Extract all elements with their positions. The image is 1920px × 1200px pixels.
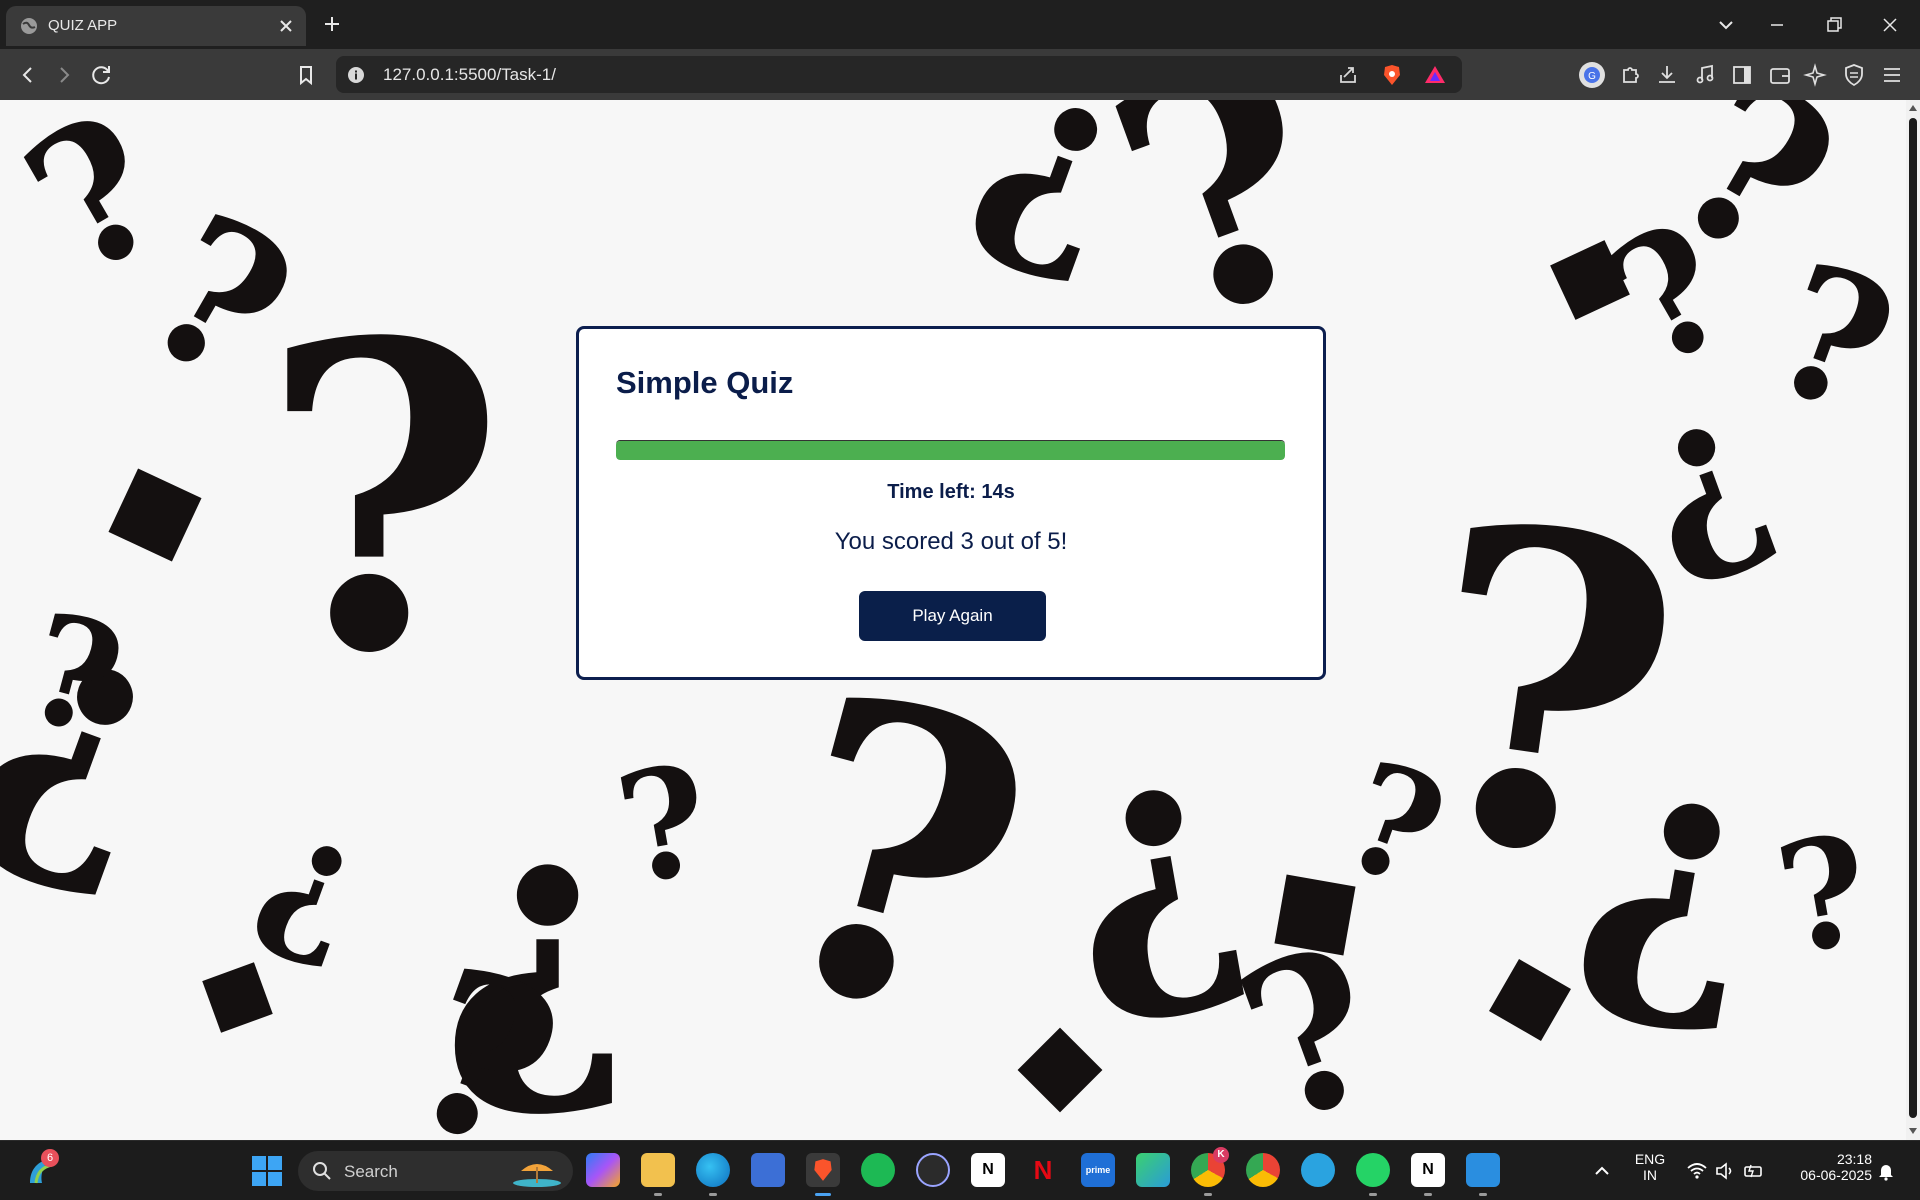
file-explorer-icon[interactable] [641, 1153, 675, 1187]
region-code: IN [1643, 1167, 1657, 1183]
vpn-shield-icon[interactable] [1840, 61, 1868, 89]
new-tab-icon[interactable] [320, 12, 344, 36]
show-hidden-icons-chevron-icon[interactable] [1592, 1161, 1612, 1181]
site-info-icon[interactable] [346, 65, 366, 85]
whatsapp-icon[interactable] [1356, 1153, 1390, 1187]
scrollbar-thumb[interactable] [1909, 118, 1917, 1118]
edge-browser-icon[interactable] [696, 1153, 730, 1187]
windows-taskbar: 6 Search N N prime K N ENG IN 23:18 06-0… [0, 1140, 1920, 1200]
quiz-card: Simple Quiz Time left: 14s You scored 3 … [576, 326, 1326, 680]
running-indicator [1424, 1193, 1432, 1196]
notion-icon[interactable]: N [971, 1153, 1005, 1187]
prime-video-icon[interactable]: prime [1081, 1153, 1115, 1187]
active-indicator [815, 1193, 831, 1196]
speedometer-app-icon[interactable] [916, 1153, 950, 1187]
chrome-profile-badge: K [1213, 1147, 1229, 1163]
time-left-text: Time left: 14s [887, 481, 1015, 503]
browser-tab-quiz[interactable]: QUIZ APP [6, 6, 306, 46]
browser-toolbar: 127.0.0.1:5500/Task-1/ G [0, 49, 1920, 100]
telegram-icon[interactable] [1301, 1153, 1335, 1187]
volume-icon[interactable] [1714, 1160, 1736, 1182]
search-label: Search [344, 1162, 398, 1181]
close-window-icon[interactable] [1877, 12, 1903, 38]
chrome-icon[interactable]: K [1191, 1147, 1229, 1187]
share-icon[interactable] [1336, 63, 1360, 87]
language-code: ENG [1634, 1151, 1666, 1167]
back-icon[interactable] [14, 61, 42, 89]
running-indicator [709, 1193, 717, 1196]
windows-start-icon[interactable] [250, 1154, 284, 1188]
clock-time: 23:18 [1836, 1151, 1872, 1167]
browser-tab-bar: QUIZ APP [0, 0, 1920, 49]
download-icon[interactable] [1653, 61, 1681, 89]
brave-browser-icon[interactable] [806, 1153, 840, 1187]
language-indicator[interactable]: ENG IN [1628, 1151, 1672, 1183]
scroll-down-arrow-icon[interactable] [1909, 1128, 1917, 1134]
close-tab-icon[interactable] [276, 16, 296, 36]
running-indicator [1369, 1193, 1377, 1196]
scroll-up-arrow-icon[interactable] [1909, 105, 1917, 111]
wifi-icon[interactable] [1686, 1160, 1708, 1182]
brave-rewards-icon[interactable] [1423, 63, 1447, 87]
time-progress-fill [616, 441, 1285, 460]
widgets-button[interactable]: 6 [24, 1149, 60, 1189]
translate-extension-icon[interactable]: G [1578, 61, 1606, 89]
tab-search-chevron-icon[interactable] [1713, 12, 1739, 38]
clock[interactable]: 23:18 06-06-2025 [1782, 1151, 1872, 1183]
sidebar-icon[interactable] [1728, 61, 1756, 89]
forward-icon[interactable] [50, 61, 78, 89]
battery-icon[interactable] [1743, 1160, 1765, 1182]
wallet-icon[interactable] [1766, 61, 1794, 89]
menu-hamburger-icon[interactable] [1878, 61, 1906, 89]
widgets-app-icon[interactable] [1136, 1153, 1170, 1187]
tab-title: QUIZ APP [48, 17, 118, 34]
quiz-title: Simple Quiz [616, 365, 794, 400]
url-text: 127.0.0.1:5500/Task-1/ [383, 65, 556, 84]
running-indicator [654, 1193, 662, 1196]
running-indicator [1479, 1193, 1487, 1196]
bookmark-icon[interactable] [292, 61, 320, 89]
address-bar[interactable]: 127.0.0.1:5500/Task-1/ [336, 56, 1462, 93]
clock-date: 06-06-2025 [1800, 1167, 1872, 1183]
play-again-button[interactable]: Play Again [859, 591, 1046, 641]
page-viewport: ? ? ? ? ? ? ? ? ? ? ? ? ? ? ? ? ? ? ? ? … [0, 100, 1906, 1140]
page-scrollbar[interactable] [1906, 100, 1920, 1140]
score-text: You scored 3 out of 5! [834, 528, 1068, 555]
leo-ai-sparkle-icon[interactable] [1803, 61, 1831, 89]
spotify-icon[interactable] [861, 1153, 895, 1187]
svg-text:G: G [1588, 71, 1596, 82]
copilot-app-icon[interactable] [586, 1153, 620, 1187]
notion-app-icon[interactable]: N [1411, 1153, 1445, 1187]
brave-lion-icon [814, 1159, 832, 1181]
vscode-icon[interactable] [1466, 1153, 1500, 1187]
widgets-badge: 6 [41, 1149, 59, 1167]
taskbar-search[interactable]: Search [298, 1151, 573, 1191]
reload-icon[interactable] [88, 61, 116, 89]
search-icon [313, 1162, 331, 1180]
netflix-icon[interactable]: N [1026, 1153, 1060, 1187]
chrome-profile-2-icon[interactable] [1246, 1153, 1280, 1187]
running-indicator [1204, 1193, 1212, 1196]
microsoft-store-icon[interactable] [751, 1153, 785, 1187]
brave-shields-icon[interactable] [1380, 63, 1404, 87]
minimize-icon[interactable] [1764, 12, 1790, 38]
time-progress-bar [616, 440, 1285, 460]
media-music-icon[interactable] [1691, 61, 1719, 89]
beach-umbrella-icon [513, 1164, 561, 1187]
extensions-puzzle-icon[interactable] [1616, 61, 1644, 89]
notification-bell-icon[interactable] [1876, 1161, 1896, 1181]
restore-icon[interactable] [1821, 12, 1847, 38]
globe-icon [21, 18, 37, 34]
